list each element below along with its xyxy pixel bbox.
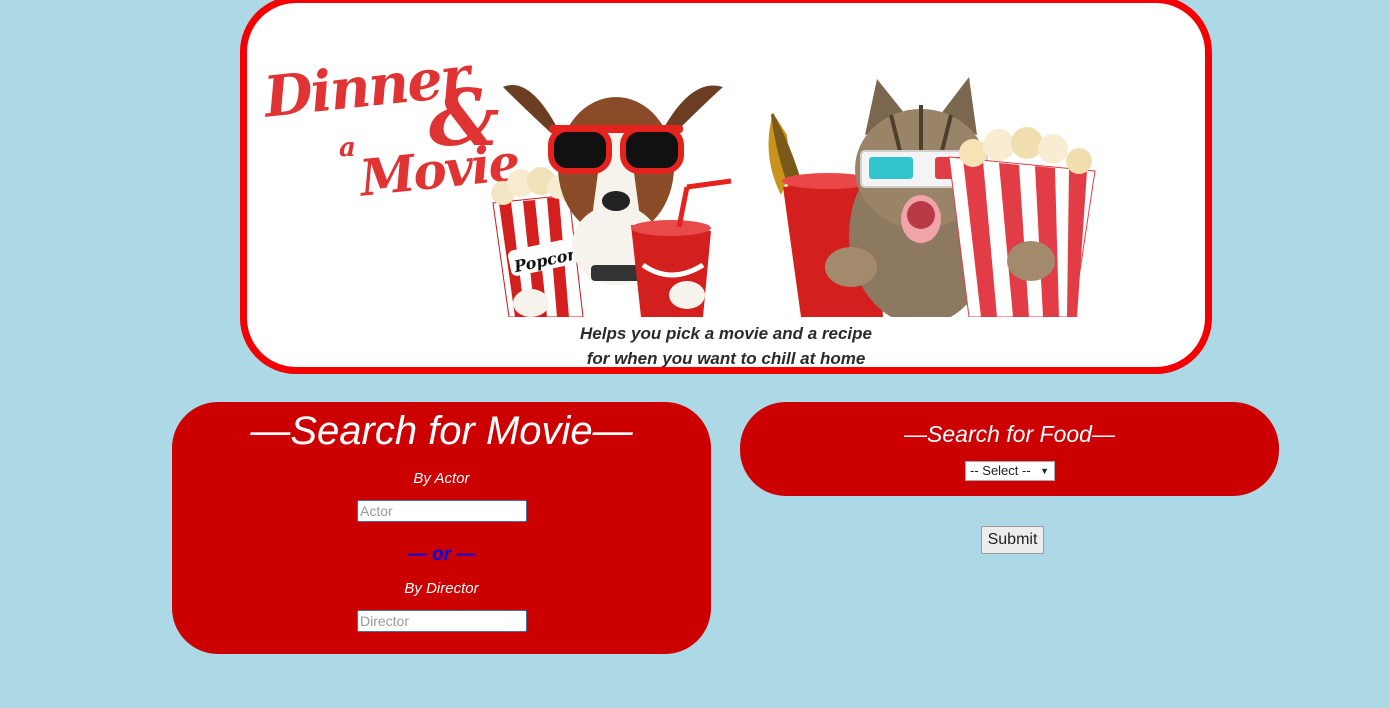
cat-with-popcorn-image — [768, 77, 1096, 317]
tagline-line-2: for when you want to chill at home — [586, 349, 866, 368]
food-search-panel: —Search for Food— -- Select -- ▼ — [740, 402, 1279, 496]
dog-with-popcorn-image: Popcorn — [491, 85, 732, 317]
tagline: Helps you pick a movie and a recipe for … — [247, 321, 1205, 368]
dog-and-cat-illustration: Popcorn — [491, 75, 1111, 317]
tagline-line-1: Helps you pick a movie and a recipe — [580, 324, 872, 343]
movie-search-panel: —Search for Movie— By Actor — or — By Di… — [172, 402, 711, 654]
by-director-label: By Director — [404, 580, 479, 597]
dropdown-arrow-icon: ▼ — [1040, 466, 1049, 476]
dinner-and-a-movie-logo: Dinner & a Movie — [261, 44, 521, 215]
logo-word-a: a — [339, 133, 356, 163]
submit-button[interactable]: Submit — [981, 526, 1044, 554]
director-input[interactable] — [357, 610, 527, 632]
header-banner: Dinner & a Movie Popcorn Helps you pick … — [240, 0, 1212, 374]
food-select-value: -- Select -- — [970, 463, 1031, 478]
or-separator: — or — — [407, 544, 476, 565]
by-actor-label: By Actor — [413, 470, 470, 487]
movie-search-title: —Search for Movie— — [250, 409, 633, 453]
cat-popcorn-box-icon — [948, 127, 1096, 317]
food-search-title: —Search for Food— — [904, 421, 1115, 447]
actor-input[interactable] — [357, 500, 527, 522]
food-select-dropdown[interactable]: -- Select -- ▼ — [965, 461, 1055, 481]
